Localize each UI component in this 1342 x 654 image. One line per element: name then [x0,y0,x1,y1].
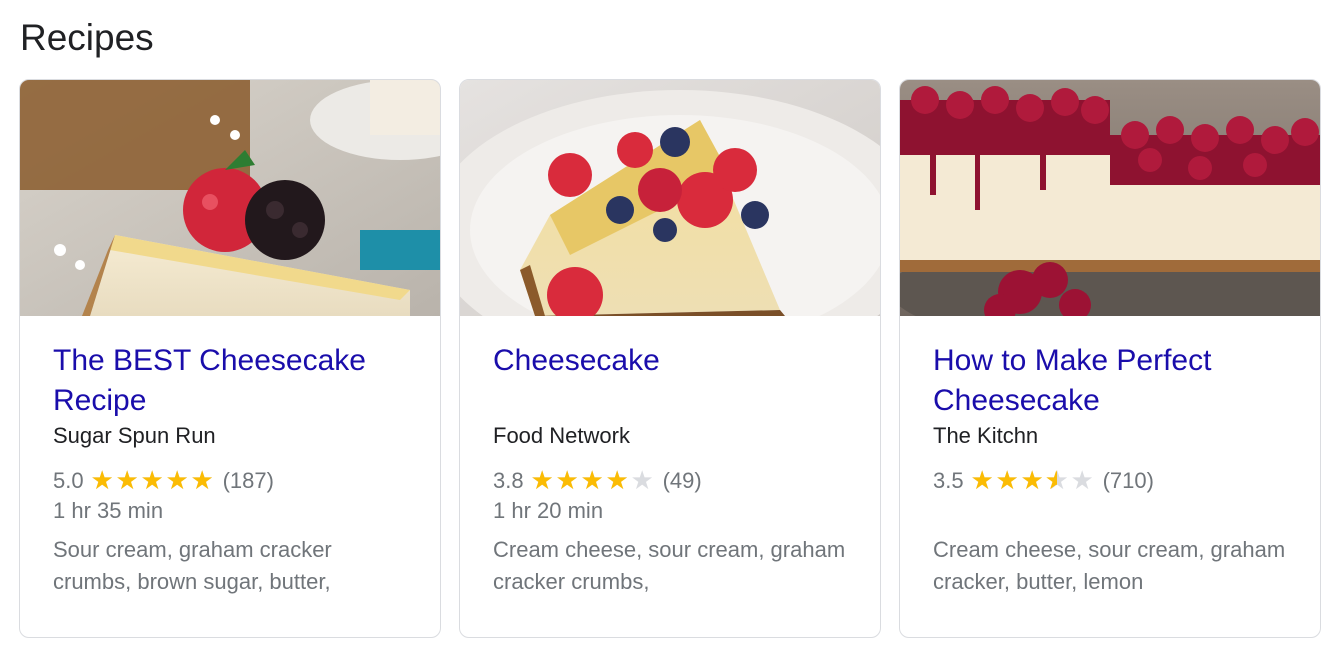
star-icon: ★★ [995,465,1019,495]
ingredients: Cream cheese, sour cream, graham cracker… [933,537,1286,594]
star-icon: ★★ [605,465,629,495]
rating-value: 5.0 [53,468,84,493]
section-title: Recipes [20,17,154,58]
rating-row: 5.0 ★ ★ ★ ★ ★ ★ ★ ★ ★ ★ (187) [53,466,407,496]
recipe-cards: The BEST Cheesecake Recipe Sugar Spun Ru… [19,79,1321,638]
star-icon: ★★ [140,465,164,495]
star-icon: ★★ [165,465,189,495]
ingredients: Sour cream, graham cracker crumbs, brown… [53,537,332,594]
recipe-card-2[interactable]: Cheesecake Food Network 3.8 ★★★★★★★★★★ (… [459,79,881,638]
recipe-card-1[interactable]: The BEST Cheesecake Recipe Sugar Spun Ru… [19,79,441,638]
rating-row: 3.5 ★★★★★★★★★★ (710) [933,466,1287,496]
recipe-title-link[interactable]: How to Make Perfect Cheesecake [933,341,1287,421]
star-icon: ★★ [555,465,579,495]
cook-time: 1 hr 35 min [53,498,164,523]
ingredients: Cream cheese, sour cream, graham cracker… [493,537,846,594]
recipe-source: Sugar Spun Run [53,423,216,448]
cook-time: 1 hr 20 min [493,498,604,523]
recipe-title-link[interactable]: Cheesecake [493,341,847,421]
recipe-source: Food Network [493,423,630,448]
star-icon: ★★ [970,465,994,495]
star-icon: ★★ [1020,465,1044,495]
recipe-card-3[interactable]: How to Make Perfect Cheesecake The Kitch… [899,79,1321,638]
star-icon: ★★ [1045,465,1069,495]
recipe-title-link[interactable]: The BEST Cheesecake Recipe [53,341,407,421]
recipe-image-3[interactable] [900,80,1320,316]
recipe-image-1[interactable] [20,80,440,316]
star-icon: ★★ [630,465,654,495]
star-icon: ★★ [190,465,214,495]
review-count: (49) [662,468,702,493]
star-icon: ★★ [530,465,554,495]
rating-value: 3.8 [493,468,524,493]
star-icon: ★★ [1070,465,1094,495]
rating-value: 3.5 [933,468,964,493]
review-count: (187) [222,468,274,493]
star-rating: ★★★★★★★★★★ [970,467,1095,493]
star-rating: ★★★★★★★★★★ [90,467,215,493]
star-icon: ★★ [115,465,139,495]
star-icon: ★★ [580,465,604,495]
review-count: (710) [1102,468,1154,493]
rating-row: 3.8 ★★★★★★★★★★ (49) [493,466,847,496]
star-rating: ★★★★★★★★★★ [530,467,655,493]
star-icon: ★★ [90,465,114,495]
recipe-image-2[interactable] [460,80,880,316]
recipe-source: The Kitchn [933,423,1039,448]
